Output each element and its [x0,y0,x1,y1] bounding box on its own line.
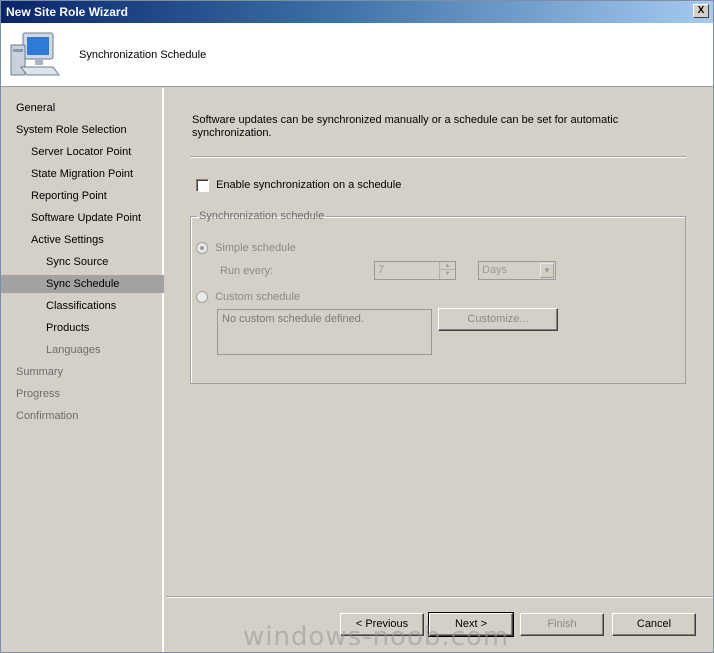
run-every-stepper: 7 ▲ ▼ [374,261,456,280]
footer-divider [166,596,713,598]
sidebar-item-languages: Languages [46,344,101,356]
sidebar-item-summary: Summary [16,366,64,378]
sidebar-item-software-update-point[interactable]: Software Update Point [1,209,164,227]
sidebar-item-server-locator-point[interactable]: Server Locator Point [1,143,164,161]
simple-schedule-label: Simple schedule [215,242,296,255]
computer-icon [10,32,60,76]
stepper-buttons: ▲ ▼ [439,262,455,279]
custom-schedule-radio [196,291,208,304]
cancel-button[interactable]: Cancel [612,613,696,636]
sidebar-item-state-migration-point[interactable]: State Migration Point [1,165,164,183]
wizard-page: Software updates can be synchronized man… [166,88,713,652]
custom-schedule-text: No custom schedule defined. [222,313,364,325]
next-button[interactable]: Next > [428,612,514,637]
wizard-header: Synchronization Schedule [1,23,713,87]
sidebar-item-classifications[interactable]: Classifications [1,297,164,315]
page-description: Software updates can be synchronized man… [192,114,619,139]
wizard-window: New Site Role Wizard X Synchronization S… [0,0,714,653]
title-bar: New Site Role Wizard X [1,1,713,23]
simple-schedule-option: Simple schedule [196,242,296,255]
page-title: Synchronization Schedule [79,49,207,61]
finish-button: Finish [520,613,604,636]
enable-sync-schedule-row[interactable]: Enable synchronization on a schedule [196,178,401,192]
sidebar-item-general[interactable]: General [1,99,164,117]
custom-schedule-display: No custom schedule defined. [217,309,432,355]
run-every-unit-select: Days ▼ [478,261,556,280]
sidebar-item-sync-source[interactable]: Sync Source [1,253,164,271]
custom-schedule-option: Custom schedule [196,291,301,304]
divider [190,156,686,158]
sidebar-item-sync-schedule[interactable]: Sync Schedule [1,275,164,293]
enable-sync-schedule-checkbox[interactable] [196,178,209,192]
simple-schedule-radio [196,242,208,255]
run-every-label: Run every: [220,265,274,277]
stepper-up-icon: ▲ [440,262,455,270]
stepper-down-icon: ▼ [444,271,451,277]
run-every-value: 7 [378,264,385,276]
group-legend: Synchronization schedule [199,210,325,222]
sidebar-item-products[interactable]: Products [1,319,164,337]
enable-sync-schedule-label: Enable synchronization on a schedule [216,179,402,192]
wizard-steps: General System Role Selection Server Loc… [1,88,164,652]
close-button[interactable]: X [693,4,709,18]
close-icon: X [697,5,705,16]
sidebar-item-reporting-point[interactable]: Reporting Point [1,187,164,205]
previous-button[interactable]: < Previous [340,613,424,636]
customize-button: Customize... [438,308,558,331]
sidebar-item-system-role-selection[interactable]: System Role Selection [1,121,164,139]
window-title: New Site Role Wizard [6,5,128,19]
run-every-unit-value: Days [482,264,508,276]
sidebar-item-confirmation: Confirmation [16,410,79,422]
custom-schedule-label: Custom schedule [215,291,301,304]
chevron-down-icon: ▼ [540,263,554,278]
sidebar-item-active-settings[interactable]: Active Settings [1,231,164,249]
sidebar-item-progress: Progress [16,388,61,400]
